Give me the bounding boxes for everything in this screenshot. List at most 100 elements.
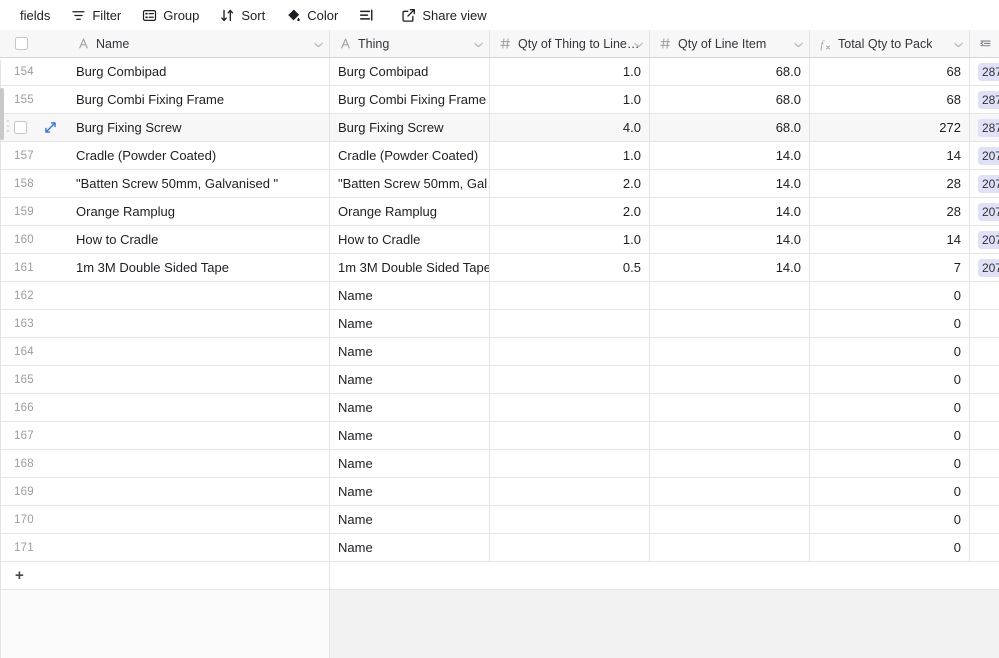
filter-button[interactable]: Filter <box>62 3 129 27</box>
table-row[interactable]: 163 Name 0 <box>0 310 999 338</box>
cell-qty-of-thing-to-line-item[interactable] <box>490 534 650 561</box>
cell-qty-of-line-item[interactable]: 14.0 <box>650 142 810 169</box>
cell-total-qty-to-pack[interactable]: 0 <box>810 366 970 393</box>
cell-qty-of-thing-to-line-item[interactable] <box>490 394 650 421</box>
cell-name[interactable]: Burg Combipad <box>68 58 330 85</box>
table-row[interactable]: Burg Fixing Screw Burg Fixing Screw 4.0 68.… <box>0 114 999 142</box>
cell-pack[interactable]: 287 <box>970 58 999 85</box>
table-row[interactable]: 170 Name 0 <box>0 506 999 534</box>
vertical-scrollbar[interactable] <box>0 88 4 140</box>
cell-total-qty-to-pack[interactable]: 0 <box>810 422 970 449</box>
cell-name[interactable]: Cradle (Powder Coated) <box>68 142 330 169</box>
cell-thing[interactable]: Cradle (Powder Coated) <box>330 142 490 169</box>
cell-qty-of-thing-to-line-item[interactable]: 2.0 <box>490 198 650 225</box>
cell-name[interactable] <box>68 282 330 309</box>
expand-record-icon[interactable] <box>43 121 57 135</box>
cell-name[interactable] <box>68 478 330 505</box>
cell-qty-of-thing-to-line-item[interactable] <box>490 506 650 533</box>
cell-qty-of-line-item[interactable] <box>650 310 810 337</box>
cell-name[interactable] <box>68 534 330 561</box>
cell-qty-of-line-item[interactable] <box>650 506 810 533</box>
chevron-down-icon[interactable] <box>794 37 803 51</box>
cell-name[interactable] <box>68 338 330 365</box>
group-button[interactable]: Group <box>133 3 207 27</box>
cell-qty-of-thing-to-line-item[interactable] <box>490 366 650 393</box>
cell-qty-of-line-item[interactable]: 14.0 <box>650 198 810 225</box>
cell-thing[interactable]: Name <box>330 450 490 477</box>
cell-qty-of-line-item[interactable] <box>650 338 810 365</box>
cell-thing[interactable]: Burg Fixing Screw <box>330 114 490 141</box>
cell-name[interactable]: Burg Fixing Screw <box>68 114 330 141</box>
cell-name[interactable] <box>68 310 330 337</box>
cell-qty-of-thing-to-line-item[interactable]: 0.5 <box>490 254 650 281</box>
cell-qty-of-line-item[interactable]: 14.0 <box>650 170 810 197</box>
cell-name[interactable] <box>68 450 330 477</box>
cell-name[interactable]: How to Cradle <box>68 226 330 253</box>
cell-thing[interactable]: Name <box>330 394 490 421</box>
table-row[interactable]: 171 Name 0 <box>0 534 999 562</box>
cell-pack[interactable]: 207 <box>970 142 999 169</box>
cell-total-qty-to-pack[interactable]: 0 <box>810 394 970 421</box>
row-select-checkbox[interactable] <box>14 121 27 134</box>
cell-total-qty-to-pack[interactable]: 14 <box>810 226 970 253</box>
cell-total-qty-to-pack[interactable]: 0 <box>810 450 970 477</box>
cell-total-qty-to-pack[interactable]: 7 <box>810 254 970 281</box>
cell-name[interactable] <box>68 366 330 393</box>
cell-total-qty-to-pack[interactable]: 28 <box>810 170 970 197</box>
add-record-button[interactable]: + <box>0 562 68 589</box>
cell-thing[interactable]: Name <box>330 338 490 365</box>
cell-thing[interactable]: "Batten Screw 50mm, Gal…" <box>330 170 490 197</box>
cell-total-qty-to-pack[interactable]: 68 <box>810 86 970 113</box>
cell-thing[interactable]: Orange Ramplug <box>330 198 490 225</box>
cell-name[interactable]: 1m 3M Double Sided Tape <box>68 254 330 281</box>
cell-qty-of-line-item[interactable]: 68.0 <box>650 58 810 85</box>
cell-pack[interactable]: 207 <box>970 254 999 281</box>
table-row[interactable]: 158 "Batten Screw 50mm, Galvanised " "Batt… <box>0 170 999 198</box>
cell-qty-of-thing-to-line-item[interactable]: 1.0 <box>490 58 650 85</box>
cell-qty-of-thing-to-line-item[interactable]: 4.0 <box>490 114 650 141</box>
cell-pack[interactable] <box>970 338 999 365</box>
cell-qty-of-line-item[interactable]: 14.0 <box>650 254 810 281</box>
cell-thing[interactable]: Name <box>330 422 490 449</box>
cell-pack[interactable] <box>970 310 999 337</box>
cell-pack[interactable] <box>970 478 999 505</box>
cell-qty-of-line-item[interactable]: 68.0 <box>650 86 810 113</box>
cell-pack[interactable]: 207 <box>970 198 999 225</box>
hide-fields-button[interactable]: fields <box>0 3 58 27</box>
cell-total-qty-to-pack[interactable]: 0 <box>810 310 970 337</box>
cell-total-qty-to-pack[interactable]: 272 <box>810 114 970 141</box>
cell-thing[interactable]: Burg Combipad <box>330 58 490 85</box>
chevron-down-icon[interactable] <box>634 37 643 51</box>
cell-pack[interactable]: 207 <box>970 226 999 253</box>
cell-name[interactable] <box>68 422 330 449</box>
table-row[interactable]: 160 How to Cradle How to Cradle 1.0 14.0 14 20… <box>0 226 999 254</box>
chevron-down-icon[interactable] <box>474 37 483 51</box>
column-header-thing[interactable]: Thing <box>330 30 490 57</box>
cell-qty-of-line-item[interactable]: 14.0 <box>650 226 810 253</box>
cell-qty-of-thing-to-line-item[interactable] <box>490 310 650 337</box>
cell-qty-of-line-item[interactable] <box>650 366 810 393</box>
color-button[interactable]: Color <box>277 3 346 27</box>
table-row[interactable]: 157 Cradle (Powder Coated) Cradle (Powder … <box>0 142 999 170</box>
cell-qty-of-thing-to-line-item[interactable] <box>490 282 650 309</box>
chevron-down-icon[interactable] <box>314 37 323 51</box>
cell-qty-of-thing-to-line-item[interactable] <box>490 450 650 477</box>
table-row[interactable]: 164 Name 0 <box>0 338 999 366</box>
share-view-button[interactable]: Share view <box>392 3 494 27</box>
cell-qty-of-line-item[interactable]: 68.0 <box>650 114 810 141</box>
cell-qty-of-line-item[interactable] <box>650 394 810 421</box>
cell-qty-of-thing-to-line-item[interactable] <box>490 478 650 505</box>
column-header-total-qty-to-pack[interactable]: f Total Qty to Pack <box>810 30 970 57</box>
chevron-down-icon[interactable] <box>954 37 963 51</box>
cell-name[interactable]: Orange Ramplug <box>68 198 330 225</box>
cell-pack[interactable] <box>970 450 999 477</box>
column-header-qty-of-thing-to-line-item[interactable]: Qty of Thing to Line… <box>490 30 650 57</box>
add-record-row[interactable]: + <box>0 562 999 590</box>
cell-total-qty-to-pack[interactable]: 28 <box>810 198 970 225</box>
table-row[interactable]: 166 Name 0 <box>0 394 999 422</box>
cell-qty-of-thing-to-line-item[interactable]: 2.0 <box>490 170 650 197</box>
cell-pack[interactable] <box>970 282 999 309</box>
cell-qty-of-thing-to-line-item[interactable] <box>490 422 650 449</box>
cell-name[interactable]: Burg Combi Fixing Frame <box>68 86 330 113</box>
cell-total-qty-to-pack[interactable]: 0 <box>810 534 970 561</box>
